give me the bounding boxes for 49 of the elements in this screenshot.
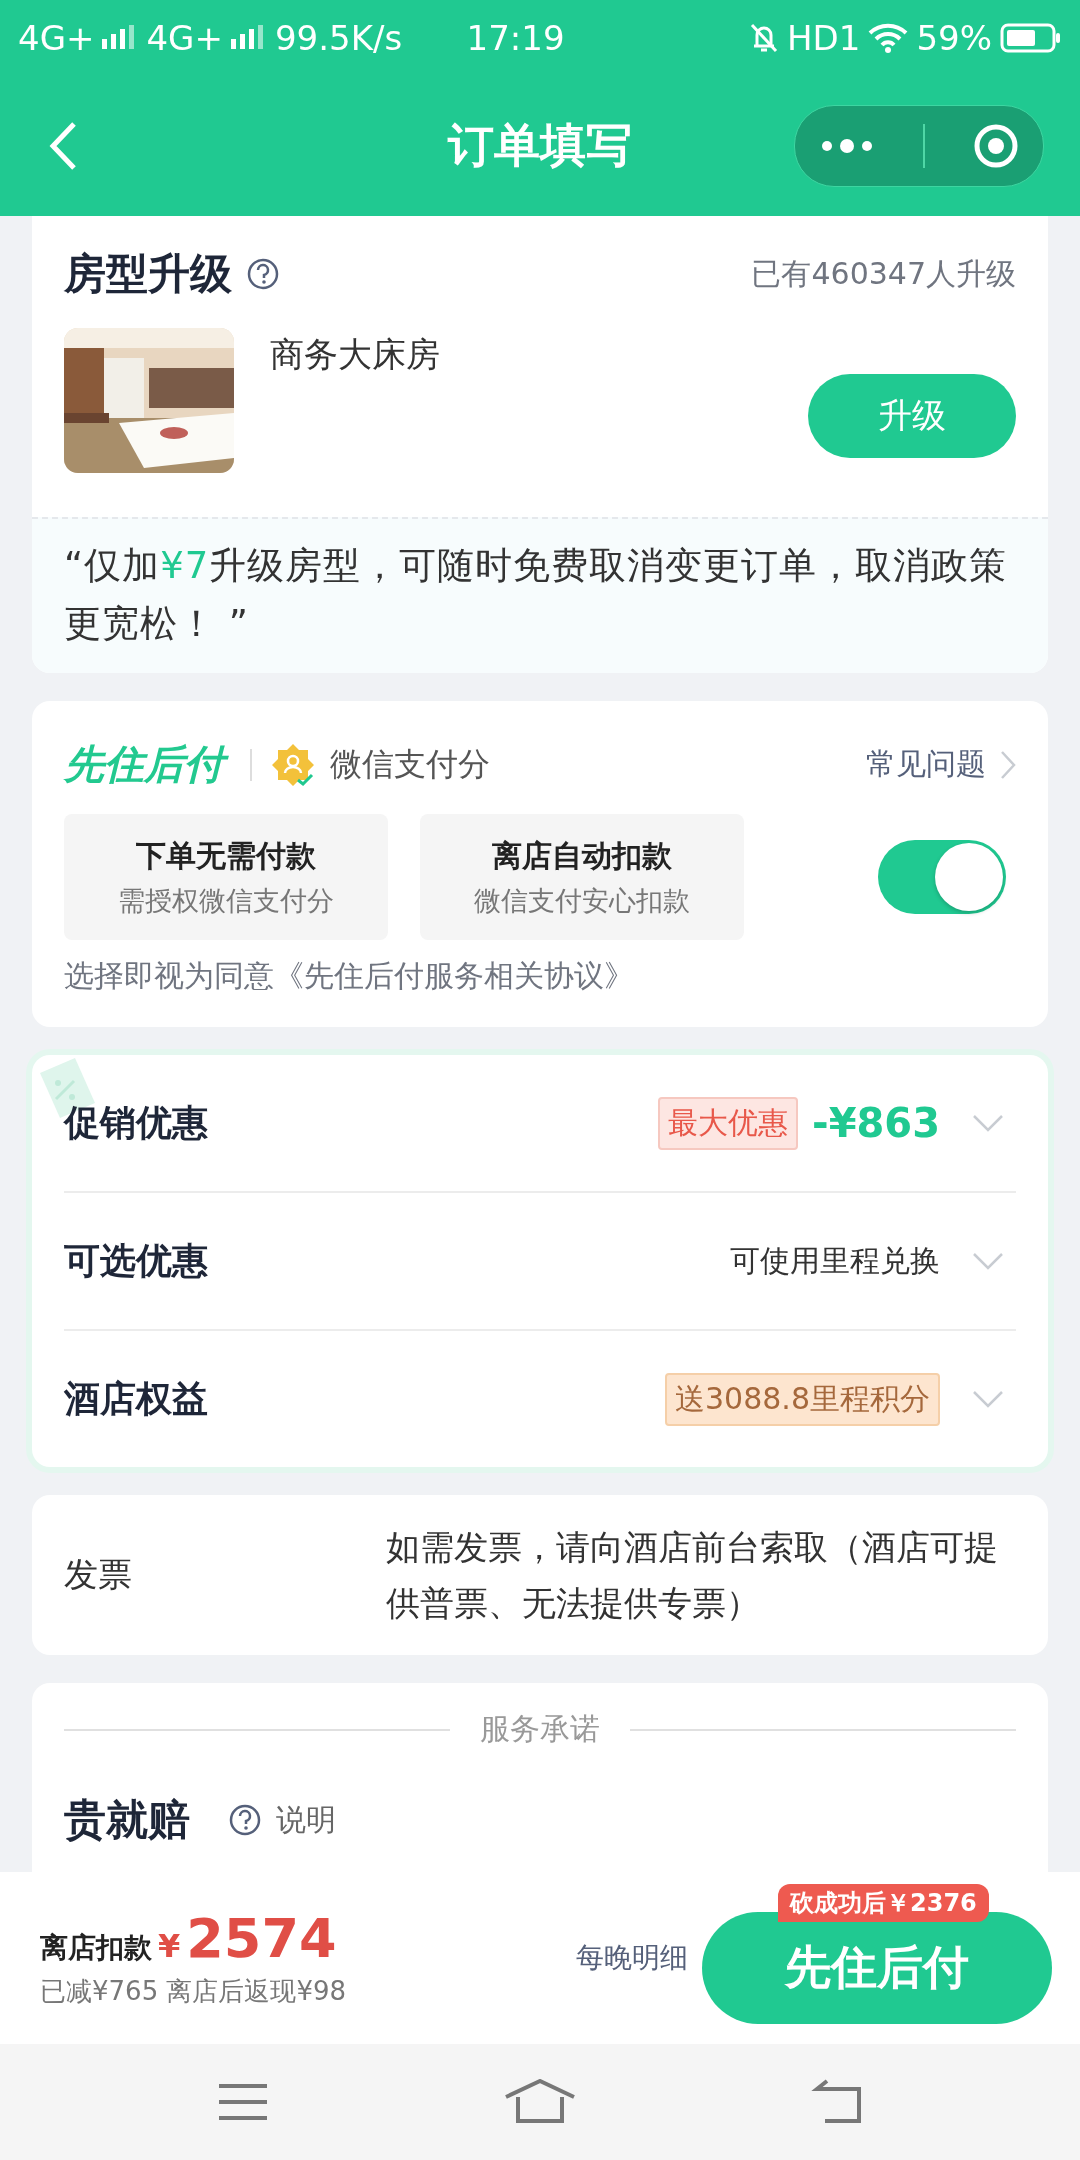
more-icon[interactable] — [819, 136, 875, 156]
invoice-text: 如需发票，请向酒店前台索取（酒店可提供普票、无法提供专票） — [386, 1526, 999, 1625]
clock: 17:19 — [465, 18, 566, 58]
help-icon[interactable] — [246, 257, 280, 291]
charge-amount: 2574 — [186, 1907, 337, 1970]
section-heading: 服务承诺 — [480, 1710, 600, 1748]
service-title: 贵就赔 — [64, 1794, 190, 1846]
help-link[interactable]: 说明 — [276, 1799, 336, 1841]
invoice-label: 发票 — [64, 1553, 133, 1596]
discount-option: 可使用里程兑换 — [730, 1240, 940, 1282]
page-title: 订单填写 — [448, 117, 632, 174]
bell-muted-icon — [749, 22, 780, 54]
discount-label: 促销优惠 — [64, 1100, 208, 1145]
feature-title: 下单无需付款 — [136, 836, 316, 875]
brand-logo: 先住后付 — [64, 737, 232, 792]
feature-title: 离店自动扣款 — [492, 836, 672, 875]
back-icon[interactable] — [810, 2079, 863, 2125]
network-type: 4G+ — [18, 18, 95, 58]
faq-link[interactable]: 常见问题 — [866, 744, 986, 785]
badge-icon — [270, 741, 316, 788]
upgrade-count: 已有460347人升级 — [751, 254, 1016, 293]
help-icon[interactable] — [228, 1803, 262, 1837]
network-speed: 99.5K/s — [274, 18, 403, 58]
back-icon[interactable] — [48, 121, 78, 171]
discount-amount: -¥863 — [812, 1100, 940, 1146]
agreement-text: 选择即视为同意《先住后付服务相关协议》 — [64, 957, 635, 995]
chevron-right-icon — [1000, 749, 1016, 780]
feature-subtitle: 微信支付安心扣款 — [474, 883, 690, 918]
home-icon[interactable] — [504, 2079, 576, 2125]
partner-name: 微信支付分 — [330, 743, 490, 785]
network-type: 4G+ — [146, 18, 223, 58]
wifi-icon — [868, 23, 909, 53]
price-badge: 砍成功后￥2376 — [778, 1884, 989, 1922]
hd-indicator: HD1 — [787, 18, 861, 58]
menu-icon[interactable] — [217, 2082, 270, 2122]
room-name: 商务大床房 — [270, 333, 440, 376]
feature-subtitle: 需授权微信支付分 — [118, 883, 334, 918]
discount-tag: 最大优惠 — [658, 1096, 799, 1150]
currency-symbol: ¥ — [158, 1927, 181, 1965]
nightly-detail-link[interactable]: 每晚明细 — [576, 1939, 688, 1977]
battery-percent: 59% — [916, 18, 992, 58]
upgrade-note: “仅加¥7升级房型，可随时免费取消变更订单，取消政策更宽松！ ” — [64, 543, 1009, 647]
discount-label: 酒店权益 — [64, 1376, 208, 1421]
charge-detail: 已减¥765 离店后返现¥98 — [40, 1975, 347, 2008]
charge-label: 离店扣款 — [40, 1930, 152, 1966]
battery-icon — [1000, 23, 1062, 53]
reward-tag: 送3088.8里程积分 — [665, 1372, 940, 1426]
section-title: 房型升级 — [64, 248, 232, 300]
discount-label: 可选优惠 — [64, 1238, 208, 1283]
